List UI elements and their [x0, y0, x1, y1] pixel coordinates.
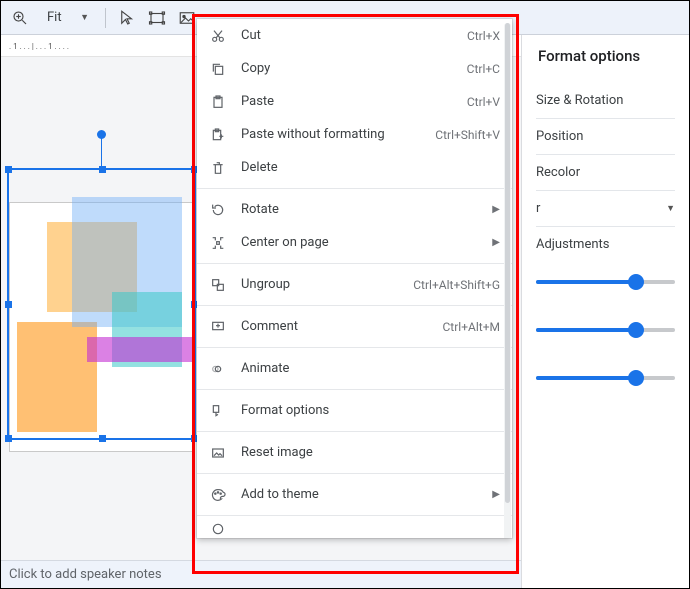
zoom-value: Fit	[47, 10, 62, 25]
palette-icon	[209, 487, 227, 503]
menu-item-add-to-theme[interactable]: Add to theme ▶	[197, 478, 512, 511]
section-recolor[interactable]: Recolor	[536, 154, 675, 190]
cut-icon	[209, 28, 227, 44]
submenu-arrow-icon: ▶	[492, 489, 500, 500]
submenu-arrow-icon: ▶	[492, 237, 500, 248]
unknown-icon	[209, 521, 227, 537]
format-options-panel: Format options Size & Rotation Position …	[521, 35, 689, 588]
section-dropdown[interactable]: r ▼	[536, 190, 675, 226]
menu-item-cut[interactable]: Cut Ctrl+X	[197, 19, 512, 52]
section-size-rotation[interactable]: Size & Rotation	[536, 83, 675, 118]
menu-item-comment[interactable]: Comment Ctrl+Alt+M	[197, 310, 512, 343]
panel-title: Format options	[538, 47, 675, 65]
animate-icon	[209, 361, 227, 377]
resize-handle[interactable]	[5, 435, 12, 442]
menu-item-ungroup[interactable]: Ungroup Ctrl+Alt+Shift+G	[197, 268, 512, 301]
zoom-icon[interactable]	[7, 5, 33, 31]
select-tool[interactable]	[114, 5, 140, 31]
context-menu: Cut Ctrl+X Copy Ctrl+C Paste Ctrl+V Past…	[197, 19, 512, 538]
center-icon	[209, 235, 227, 251]
resize-handle[interactable]	[5, 166, 12, 173]
menu-item-reset-image[interactable]: Reset image	[197, 436, 512, 469]
dropdown-caret-icon: ▼	[666, 203, 675, 214]
speaker-notes-input[interactable]: Click to add speaker notes	[1, 560, 521, 588]
menu-item-paste-without-formatting[interactable]: Paste without formatting Ctrl+Shift+V	[197, 118, 512, 151]
menu-item-delete[interactable]: Delete	[197, 151, 512, 184]
section-adjustments[interactable]: Adjustments	[536, 226, 675, 262]
selection-bounding-box[interactable]	[9, 170, 194, 438]
textbox-tool[interactable]	[144, 5, 170, 31]
resize-handle[interactable]	[99, 435, 106, 442]
rotate-icon	[209, 202, 227, 218]
trash-icon	[209, 160, 227, 176]
menu-item-truncated[interactable]	[197, 520, 512, 538]
resize-handle[interactable]	[99, 166, 106, 173]
adjustment-slider[interactable]	[536, 280, 675, 284]
context-menu-scrollbar[interactable]	[504, 23, 511, 538]
comment-icon	[209, 319, 227, 335]
menu-item-format-options[interactable]: Format options	[197, 394, 512, 427]
rotate-handle[interactable]	[97, 130, 106, 139]
copy-icon	[209, 61, 227, 77]
ungroup-icon	[209, 277, 227, 293]
menu-item-copy[interactable]: Copy Ctrl+C	[197, 52, 512, 85]
section-position[interactable]: Position	[536, 118, 675, 154]
paste-plain-icon	[209, 127, 227, 143]
resize-handle[interactable]	[5, 301, 12, 308]
menu-item-animate[interactable]: Animate	[197, 352, 512, 385]
dropdown-caret-icon: ▼	[80, 12, 89, 23]
format-options-icon	[209, 403, 227, 419]
zoom-level-select[interactable]: Fit ▼	[37, 5, 97, 31]
menu-item-center-on-page[interactable]: Center on page ▶	[197, 226, 512, 259]
paste-icon	[209, 94, 227, 110]
adjustment-slider[interactable]	[536, 376, 675, 380]
submenu-arrow-icon: ▶	[492, 204, 500, 215]
menu-item-paste[interactable]: Paste Ctrl+V	[197, 85, 512, 118]
menu-item-rotate[interactable]: Rotate ▶	[197, 193, 512, 226]
reset-image-icon	[209, 445, 227, 461]
adjustment-slider[interactable]	[536, 328, 675, 332]
